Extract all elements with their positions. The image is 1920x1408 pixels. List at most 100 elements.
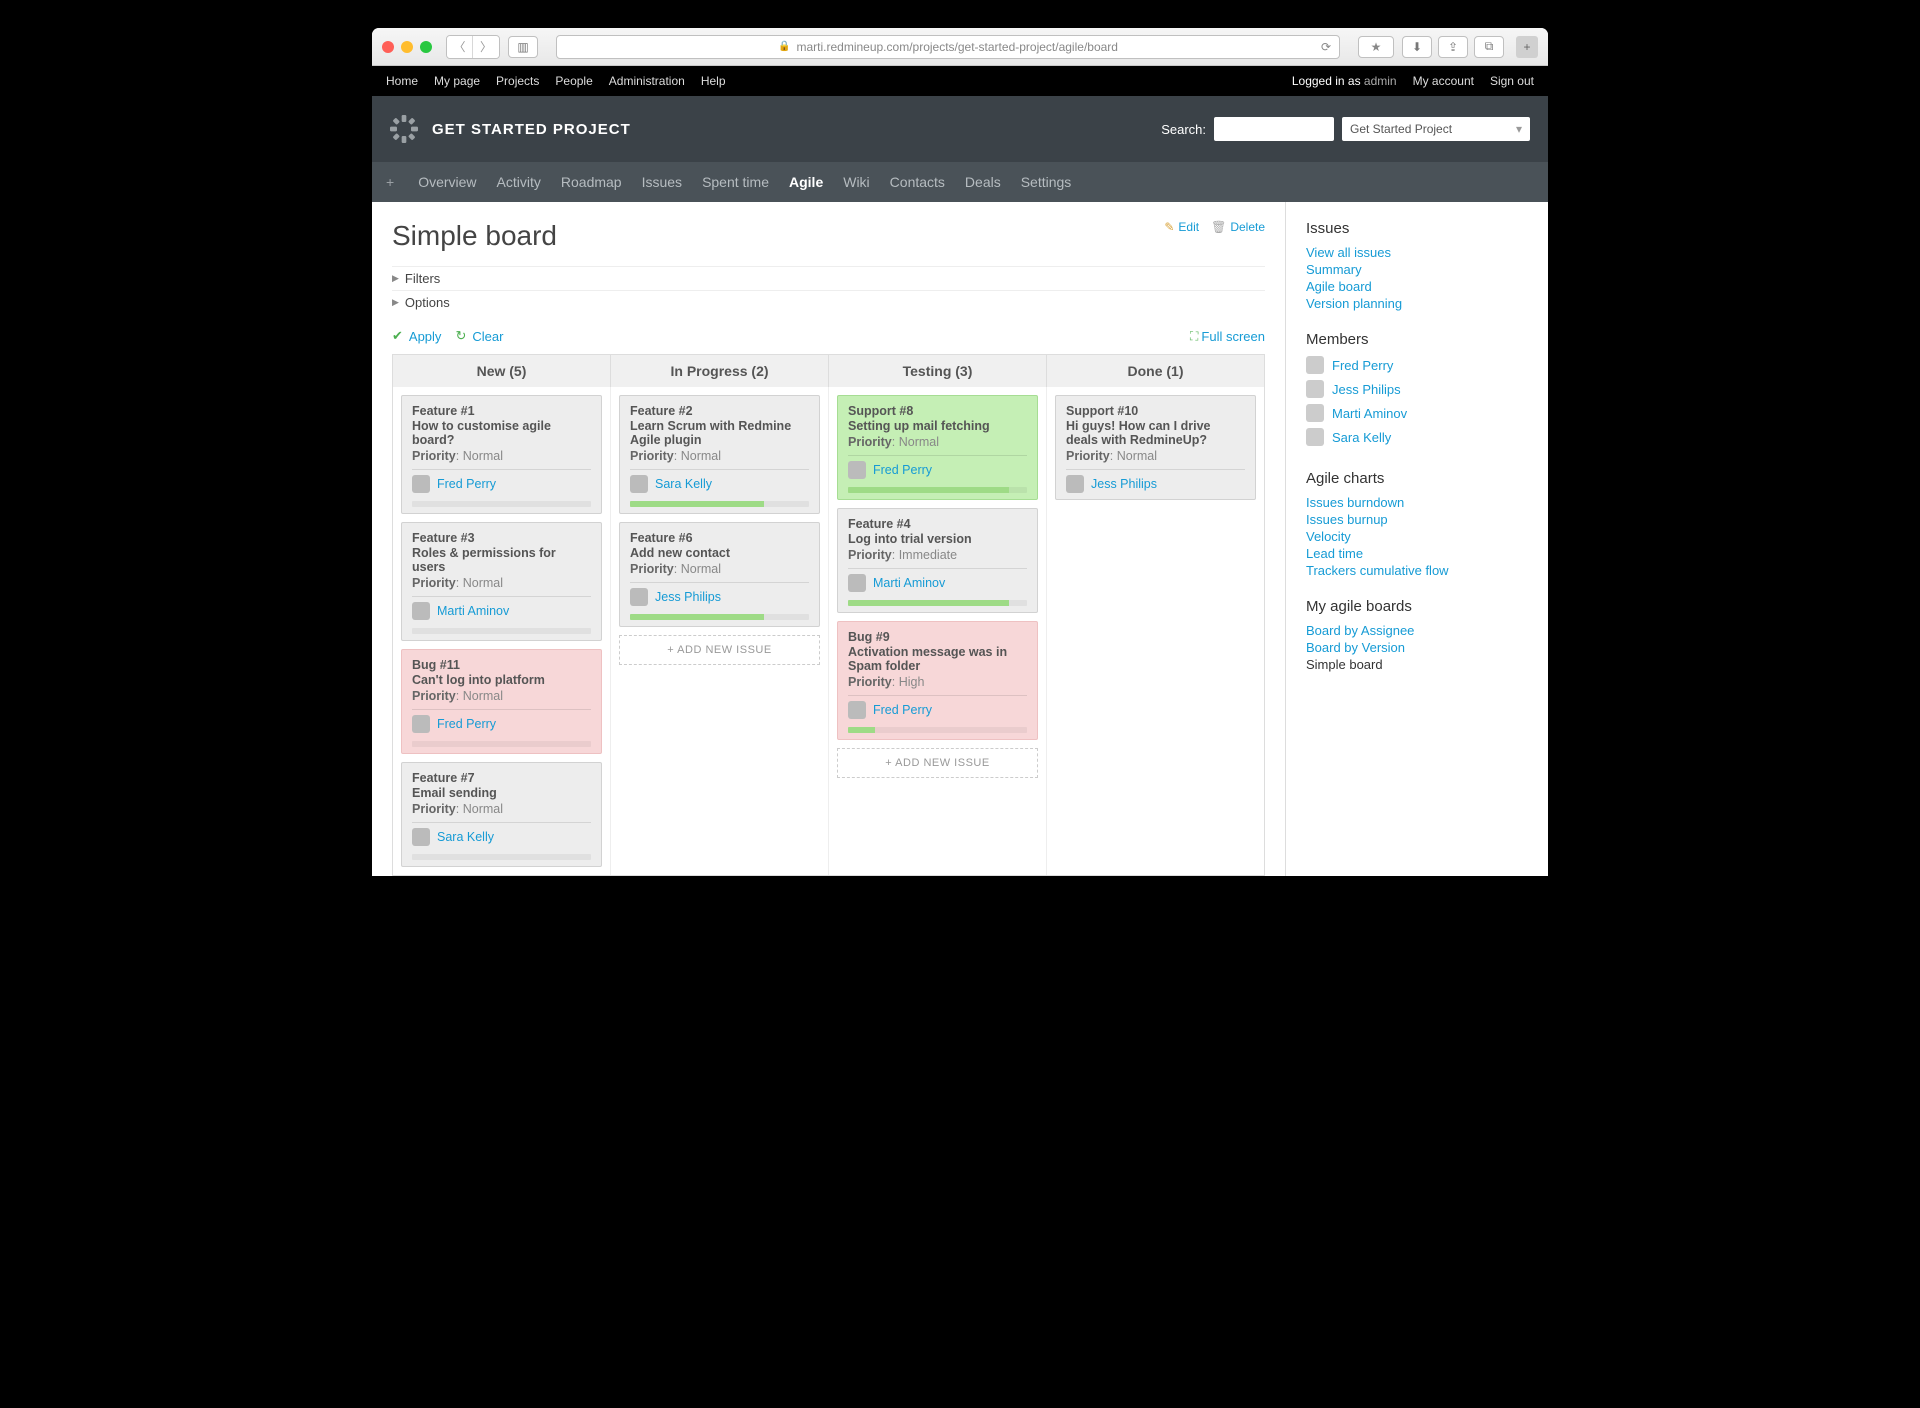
- topnav-help[interactable]: Help: [701, 74, 726, 88]
- card-assignee[interactable]: Marti Aminov: [848, 574, 1027, 592]
- edit-link[interactable]: ✎Edit: [1164, 220, 1199, 234]
- tab-roadmap[interactable]: Roadmap: [561, 174, 622, 190]
- column-header: New (5): [393, 355, 611, 387]
- window-controls: [382, 41, 432, 53]
- card-title: Add new contact: [630, 546, 809, 560]
- sidebar-link[interactable]: Version planning: [1306, 296, 1528, 311]
- add-issue-button[interactable]: + ADD NEW ISSUE: [837, 748, 1038, 778]
- lock-icon: 🔒: [778, 41, 790, 52]
- fullscreen-link[interactable]: ⛶ Full screen: [1190, 329, 1265, 344]
- delete-link[interactable]: 🗑Delete: [1211, 220, 1265, 234]
- tab-deals[interactable]: Deals: [965, 174, 1001, 190]
- zoom-icon[interactable]: [420, 41, 432, 53]
- topnav-people[interactable]: People: [555, 74, 592, 88]
- card-assignee[interactable]: Fred Perry: [848, 701, 1027, 719]
- tab-issues[interactable]: Issues: [642, 174, 682, 190]
- avatar: [412, 715, 430, 733]
- issue-card[interactable]: Support #8Setting up mail fetchingPriori…: [837, 395, 1038, 500]
- member-link[interactable]: Marti Aminov: [1332, 406, 1407, 421]
- reload-icon[interactable]: ⟳: [1321, 40, 1331, 54]
- card-priority: Priority: Normal: [412, 576, 591, 590]
- sidebar-link[interactable]: Summary: [1306, 262, 1528, 277]
- issue-card[interactable]: Feature #6Add new contactPriority: Norma…: [619, 522, 820, 627]
- tab-spent-time[interactable]: Spent time: [702, 174, 769, 190]
- options-toggle[interactable]: ▶Options: [392, 290, 1265, 314]
- tab-wiki[interactable]: Wiki: [843, 174, 869, 190]
- tab-overview[interactable]: Overview: [418, 174, 476, 190]
- card-assignee[interactable]: Jess Philips: [1066, 475, 1245, 493]
- sidebar-link[interactable]: Agile board: [1306, 279, 1528, 294]
- back-button[interactable]: 〈: [447, 36, 473, 58]
- share-button[interactable]: ⇪: [1438, 36, 1468, 58]
- sidebar-link[interactable]: Issues burndown: [1306, 495, 1528, 510]
- minimize-icon[interactable]: [401, 41, 413, 53]
- sidebar-link[interactable]: Board by Version: [1306, 640, 1528, 655]
- bookmark-button[interactable]: ★: [1358, 36, 1394, 58]
- clear-link[interactable]: Clear: [472, 329, 503, 344]
- sidebar-link[interactable]: Velocity: [1306, 529, 1528, 544]
- issue-card[interactable]: Feature #1How to customise agile board?P…: [401, 395, 602, 514]
- topnav-signout[interactable]: Sign out: [1490, 74, 1534, 88]
- sidebar-link: Simple board: [1306, 657, 1528, 672]
- member-row[interactable]: Fred Perry: [1306, 356, 1528, 374]
- issue-card[interactable]: Bug #9Activation message was in Spam fol…: [837, 621, 1038, 740]
- search-input[interactable]: [1214, 117, 1334, 141]
- member-link[interactable]: Sara Kelly: [1332, 430, 1391, 445]
- card-title: Setting up mail fetching: [848, 419, 1027, 433]
- card-assignee[interactable]: Fred Perry: [412, 475, 591, 493]
- issue-card[interactable]: Feature #3Roles & permissions for usersP…: [401, 522, 602, 641]
- card-ref: Feature #4: [848, 517, 1027, 531]
- tab-agile[interactable]: Agile: [789, 174, 823, 190]
- tab-activity[interactable]: Activity: [497, 174, 541, 190]
- new-tab-button[interactable]: +: [1516, 36, 1538, 58]
- card-assignee[interactable]: Sara Kelly: [412, 828, 591, 846]
- topnav-projects[interactable]: Projects: [496, 74, 539, 88]
- topnav-mypage[interactable]: My page: [434, 74, 480, 88]
- card-priority: Priority: Normal: [412, 449, 591, 463]
- card-assignee[interactable]: Sara Kelly: [630, 475, 809, 493]
- project-title: GET STARTED PROJECT: [432, 121, 631, 138]
- address-bar[interactable]: 🔒 marti.redmineup.com/projects/get-start…: [556, 35, 1340, 59]
- card-assignee[interactable]: Jess Philips: [630, 588, 809, 606]
- issue-card[interactable]: Feature #4Log into trial versionPriority…: [837, 508, 1038, 613]
- member-link[interactable]: Jess Philips: [1332, 382, 1401, 397]
- topnav-admin[interactable]: Administration: [609, 74, 685, 88]
- filters-toggle[interactable]: ▶Filters: [392, 266, 1265, 290]
- add-issue-button[interactable]: + ADD NEW ISSUE: [619, 635, 820, 665]
- progress-bar: [848, 487, 1027, 493]
- download-button[interactable]: ⬇: [1402, 36, 1432, 58]
- card-priority: Priority: Normal: [630, 562, 809, 576]
- sidebar-link[interactable]: Trackers cumulative flow: [1306, 563, 1528, 578]
- issue-card[interactable]: Feature #7Email sendingPriority: NormalS…: [401, 762, 602, 867]
- card-assignee[interactable]: Marti Aminov: [412, 602, 591, 620]
- apply-link[interactable]: Apply: [409, 329, 442, 344]
- sidebar-link[interactable]: Lead time: [1306, 546, 1528, 561]
- sidebar-link[interactable]: View all issues: [1306, 245, 1528, 260]
- sidebar-link[interactable]: Board by Assignee: [1306, 623, 1528, 638]
- issue-card[interactable]: Bug #11Can't log into platformPriority: …: [401, 649, 602, 754]
- close-icon[interactable]: [382, 41, 394, 53]
- tab-settings[interactable]: Settings: [1021, 174, 1072, 190]
- sidebar-link[interactable]: Issues burnup: [1306, 512, 1528, 527]
- project-selector[interactable]: Get Started Project: [1342, 117, 1530, 141]
- member-row[interactable]: Sara Kelly: [1306, 428, 1528, 446]
- tab-contacts[interactable]: Contacts: [890, 174, 945, 190]
- member-row[interactable]: Jess Philips: [1306, 380, 1528, 398]
- card-assignee[interactable]: Fred Perry: [848, 461, 1027, 479]
- topnav-myaccount[interactable]: My account: [1413, 74, 1474, 88]
- topnav-home[interactable]: Home: [386, 74, 418, 88]
- card-assignee[interactable]: Fred Perry: [412, 715, 591, 733]
- project-header: GET STARTED PROJECT Search: Get Started …: [372, 96, 1548, 162]
- add-tab-button[interactable]: +: [386, 174, 394, 190]
- forward-button[interactable]: 〉: [473, 36, 499, 58]
- issue-card[interactable]: Support #10Hi guys! How can I drive deal…: [1055, 395, 1256, 500]
- sidebar-toggle-button[interactable]: ▥: [508, 36, 538, 58]
- tabs-button[interactable]: ⧉: [1474, 36, 1504, 58]
- member-row[interactable]: Marti Aminov: [1306, 404, 1528, 422]
- column-header: Done (1): [1047, 355, 1264, 387]
- member-link[interactable]: Fred Perry: [1332, 358, 1393, 373]
- progress-bar: [848, 600, 1027, 606]
- issue-card[interactable]: Feature #2Learn Scrum with Redmine Agile…: [619, 395, 820, 514]
- agile-board: New (5)In Progress (2)Testing (3)Done (1…: [392, 354, 1265, 876]
- card-ref: Bug #11: [412, 658, 591, 672]
